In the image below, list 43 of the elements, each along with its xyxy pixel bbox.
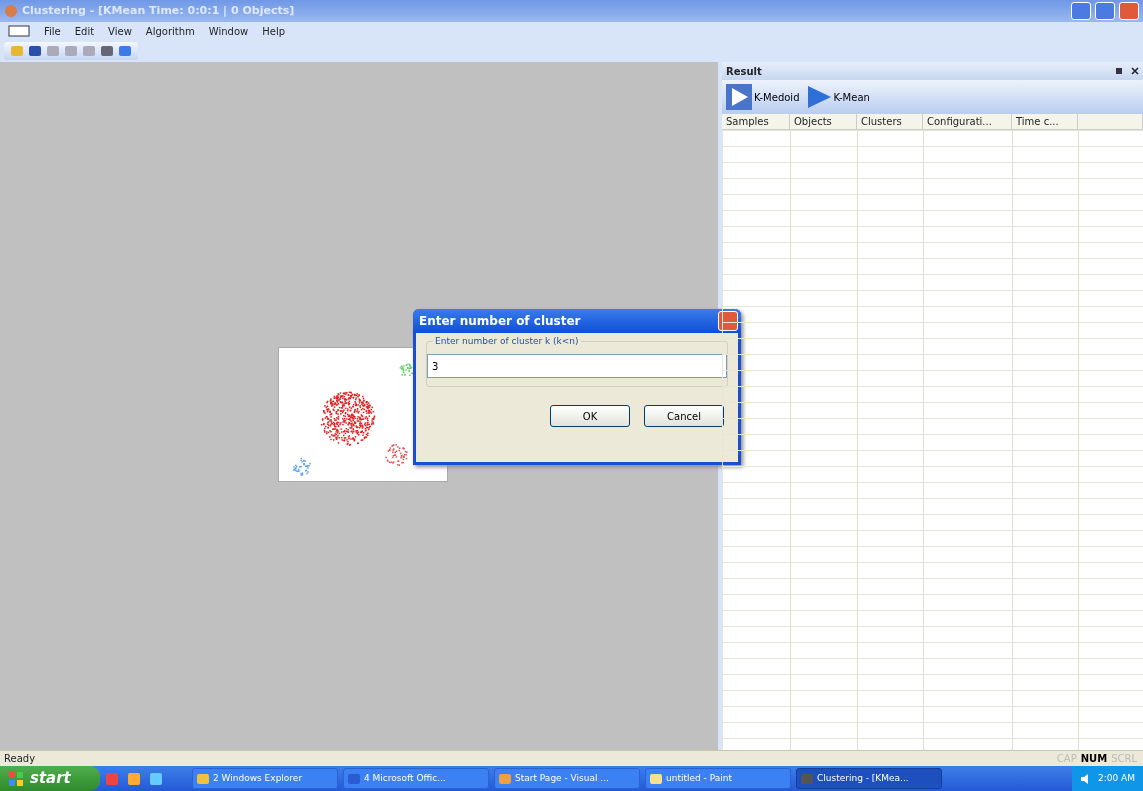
taskbar-button[interactable]: 4 Microsoft Offic... — [343, 768, 489, 789]
menu-item[interactable]: Window — [208, 23, 249, 39]
column-header: Samples — [722, 114, 790, 129]
menu-item[interactable]: Help — [262, 23, 286, 39]
column-header: Objects — [790, 114, 857, 129]
app-icon — [348, 772, 360, 785]
document-icon — [8, 25, 30, 37]
status-text: Ready — [4, 752, 36, 766]
panel-title: Result — [726, 64, 762, 79]
menu-item[interactable]: View — [108, 23, 132, 39]
app-icon — [4, 4, 18, 18]
taskbar-button[interactable]: untitled - Paint — [645, 768, 791, 789]
column-header: Clusters — [857, 114, 923, 129]
pin-icon[interactable] — [1115, 67, 1123, 75]
windows-logo — [8, 770, 24, 787]
close-icon[interactable] — [1131, 67, 1139, 75]
app-icon — [650, 772, 662, 785]
cancel-button[interactable]: Cancel — [644, 405, 724, 427]
status-indicator: NUM — [1079, 752, 1109, 766]
app-icon — [499, 772, 511, 785]
menu-item[interactable]: Edit — [74, 23, 95, 39]
clock: 2:00 AM — [1098, 771, 1135, 785]
menu-item[interactable]: File — [44, 23, 61, 39]
input-field[interactable]: 3 — [427, 354, 727, 378]
dialog-title: Enter number of cluster — [419, 313, 581, 330]
toolbar-button[interactable]: K-Medoid — [726, 84, 800, 110]
minimize-button[interactable] — [1071, 2, 1091, 20]
column-header: Time c... — [1012, 114, 1078, 129]
taskbar-button[interactable]: 2 Windows Explorer — [192, 768, 338, 789]
menu-item[interactable]: Algorithm — [145, 23, 195, 39]
maximize-button[interactable] — [1095, 2, 1115, 20]
play-icon — [726, 84, 752, 110]
taskbar-button[interactable]: Start Page - Visual ... — [494, 768, 640, 789]
close-button[interactable] — [718, 311, 738, 331]
toolbar-button[interactable]: K-Mean — [805, 84, 870, 110]
app-icon — [801, 772, 813, 785]
ok-button[interactable]: OK — [550, 405, 630, 427]
window-title: Clustering - [KMean Time: 0:0:1 | 0 Objects] — [22, 2, 295, 19]
column-header: Configurati... — [923, 114, 1012, 129]
play-icon — [805, 84, 832, 110]
app-icon — [197, 772, 209, 785]
close-button[interactable] — [1119, 2, 1139, 20]
taskbar-button[interactable]: Clustering - [KMea... — [796, 768, 942, 789]
